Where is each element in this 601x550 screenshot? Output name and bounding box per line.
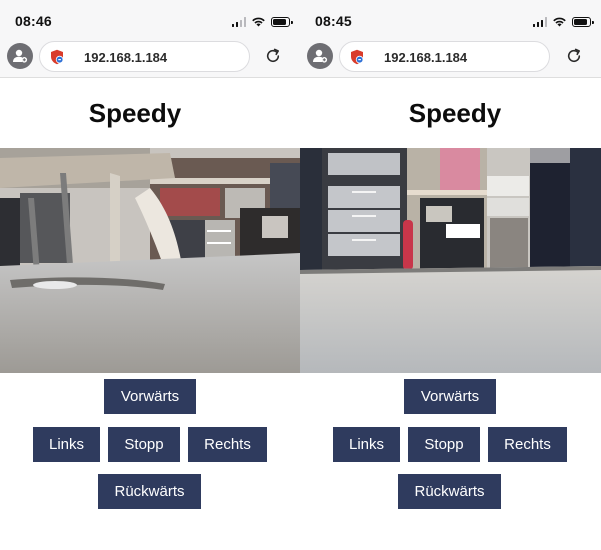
- battery-icon: [572, 17, 594, 27]
- wifi-icon: [553, 17, 566, 27]
- phone-screen-right: 08:45 192.168.1.184 Speedy Vorwärts Link…: [300, 0, 601, 550]
- forward-button[interactable]: Vorwärts: [404, 379, 496, 414]
- address-bar[interactable]: 192.168.1.184: [39, 41, 250, 72]
- shield-icon[interactable]: [350, 49, 364, 65]
- browser-toolbar: 192.168.1.184: [0, 38, 300, 78]
- page-title: Speedy: [408, 98, 502, 128]
- reload-icon[interactable]: [565, 47, 583, 65]
- url-text: 192.168.1.184: [84, 50, 168, 65]
- address-bar[interactable]: 192.168.1.184: [339, 41, 550, 72]
- status-time: 08:46: [15, 13, 52, 29]
- status-bar: 08:46: [0, 0, 300, 38]
- stop-button[interactable]: Stopp: [108, 427, 180, 462]
- wifi-icon: [252, 17, 265, 27]
- signal-icon: [231, 17, 246, 27]
- phone-screen-left: 08:46 192.168.1.184 Speedy Vorwärts Link…: [0, 0, 300, 550]
- left-button[interactable]: Links: [33, 427, 100, 462]
- status-icons: [231, 15, 293, 27]
- url-text: 192.168.1.184: [384, 50, 468, 65]
- backward-button[interactable]: Rückwärts: [398, 474, 501, 509]
- person-circle-icon[interactable]: [7, 43, 33, 69]
- status-icons: [532, 15, 594, 27]
- signal-icon: [532, 17, 547, 27]
- battery-icon: [271, 17, 293, 27]
- left-button[interactable]: Links: [333, 427, 400, 462]
- status-bar: 08:45: [300, 0, 601, 38]
- camera-feed: [300, 148, 601, 373]
- status-time: 08:45: [315, 13, 352, 29]
- person-circle-icon[interactable]: [307, 43, 333, 69]
- camera-feed: [0, 148, 300, 373]
- forward-button[interactable]: Vorwärts: [104, 379, 196, 414]
- backward-button[interactable]: Rückwärts: [98, 474, 201, 509]
- stop-button[interactable]: Stopp: [408, 427, 480, 462]
- right-button[interactable]: Rechts: [188, 427, 267, 462]
- reload-icon[interactable]: [264, 47, 282, 65]
- browser-toolbar: 192.168.1.184: [300, 38, 601, 78]
- page-title: Speedy: [88, 98, 182, 128]
- shield-icon[interactable]: [50, 49, 64, 65]
- right-button[interactable]: Rechts: [488, 427, 567, 462]
